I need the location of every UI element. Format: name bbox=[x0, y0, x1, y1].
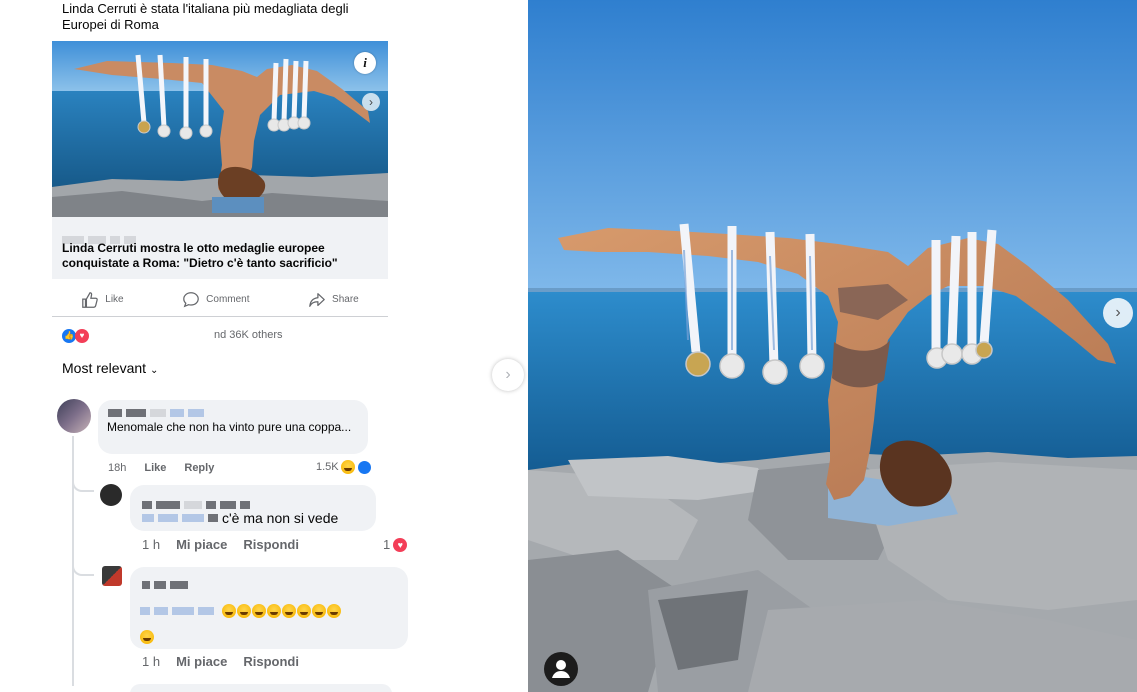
thread-branch bbox=[72, 478, 94, 492]
comment-time[interactable]: 1 h bbox=[142, 654, 160, 669]
comment-sort-dropdown[interactable]: Most relevant ⌄ bbox=[62, 360, 158, 376]
share-arrow-icon bbox=[309, 292, 325, 307]
comment-like-link[interactable]: Like bbox=[144, 462, 166, 474]
post-actions-bar: Like Comment Share bbox=[52, 283, 388, 317]
laugh-emoji-icon bbox=[252, 603, 267, 618]
comment-meta: 1 h Mi piace Rispondi bbox=[142, 537, 299, 552]
facebook-post: Linda Cerruti è stata l'italiana più med… bbox=[0, 0, 528, 692]
share-label: Share bbox=[332, 294, 359, 305]
comment-reply-link[interactable]: Rispondi bbox=[243, 654, 299, 669]
comment-text: Menomale che non ha vinto pure una coppa… bbox=[107, 420, 352, 434]
laugh-emoji-icon bbox=[312, 603, 327, 618]
post-headline: Linda Cerruti è stata l'italiana più med… bbox=[62, 1, 349, 32]
comment-text-row: c'è ma non si vede bbox=[142, 510, 338, 526]
post-image[interactable] bbox=[52, 41, 388, 217]
like-reaction-icon: 👍 bbox=[62, 329, 76, 343]
info-icon[interactable]: i bbox=[354, 52, 376, 74]
comment-like-link[interactable]: Mi piace bbox=[176, 654, 227, 669]
comment-bubble bbox=[130, 684, 392, 692]
laugh-emoji-icon bbox=[222, 603, 237, 618]
comment-reaction-count[interactable]: 1 ♥ bbox=[383, 537, 408, 552]
thread-line bbox=[72, 436, 74, 686]
chevron-right-icon[interactable]: › bbox=[492, 359, 524, 391]
post-photo-graphic bbox=[52, 41, 388, 217]
thumbs-up-icon bbox=[82, 291, 99, 308]
like-label: Like bbox=[105, 294, 124, 305]
avatar[interactable] bbox=[102, 566, 122, 586]
laugh-emoji-icon bbox=[140, 629, 154, 644]
love-reaction-icon: ♥ bbox=[75, 329, 89, 343]
like-button[interactable]: Like bbox=[81, 291, 124, 309]
comment-time[interactable]: 18h bbox=[108, 462, 126, 474]
laugh-emoji-icon bbox=[327, 603, 342, 618]
love-reaction-icon: ♥ bbox=[393, 537, 408, 552]
share-button[interactable]: Share bbox=[308, 291, 359, 309]
reaction-summary[interactable]: 👍 ♥ nd 36K others bbox=[62, 328, 362, 344]
image-next-icon[interactable]: › bbox=[362, 93, 380, 111]
laugh-emoji-icon bbox=[267, 603, 282, 618]
laugh-emoji-icon bbox=[282, 603, 297, 618]
photo-next-chevron-icon[interactable]: › bbox=[1103, 298, 1133, 328]
comment-reaction-count[interactable]: 1.5K bbox=[316, 460, 371, 474]
instagram-photo[interactable] bbox=[528, 0, 1137, 692]
reaction-count-text: nd 36K others bbox=[214, 329, 283, 341]
commenter-name-redacted bbox=[142, 576, 192, 594]
link-title: Linda Cerruti mostra le otto medaglie eu… bbox=[62, 241, 338, 270]
laugh-emoji-icon bbox=[340, 460, 355, 474]
comment-meta: 18h Like Reply bbox=[108, 462, 214, 474]
comment-meta: 1 h Mi piace Rispondi bbox=[142, 654, 299, 669]
user-tag-button[interactable] bbox=[544, 652, 578, 686]
laugh-emoji-icon bbox=[297, 603, 312, 618]
link-preview[interactable]: Linda Cerruti mostra le otto medaglie eu… bbox=[52, 217, 388, 279]
user-icon bbox=[552, 660, 570, 678]
comment-text: c'è ma non si vede bbox=[222, 510, 339, 526]
laugh-emoji-icon bbox=[237, 603, 252, 618]
reaction-count: 1.5K bbox=[316, 461, 339, 473]
comment-reply-link[interactable]: Rispondi bbox=[243, 537, 299, 552]
comment-button[interactable]: Comment bbox=[182, 291, 250, 309]
like-reaction-icon bbox=[357, 460, 371, 474]
avatar[interactable] bbox=[100, 484, 122, 506]
comment-like-link[interactable]: Mi piace bbox=[176, 537, 227, 552]
link-source-redacted bbox=[62, 231, 152, 244]
photo-graphic bbox=[528, 0, 1137, 692]
reaction-count: 1 bbox=[383, 537, 391, 552]
thread-branch bbox=[72, 562, 94, 576]
comment-emoji-row bbox=[140, 598, 400, 650]
chevron-down-icon: ⌄ bbox=[150, 365, 159, 376]
comment-time[interactable]: 1 h bbox=[142, 537, 160, 552]
avatar[interactable] bbox=[57, 399, 91, 433]
comment-reply-link[interactable]: Reply bbox=[184, 462, 214, 474]
speech-bubble-icon bbox=[183, 291, 199, 307]
sort-label: Most relevant bbox=[62, 360, 147, 376]
comment-label: Comment bbox=[206, 294, 250, 305]
